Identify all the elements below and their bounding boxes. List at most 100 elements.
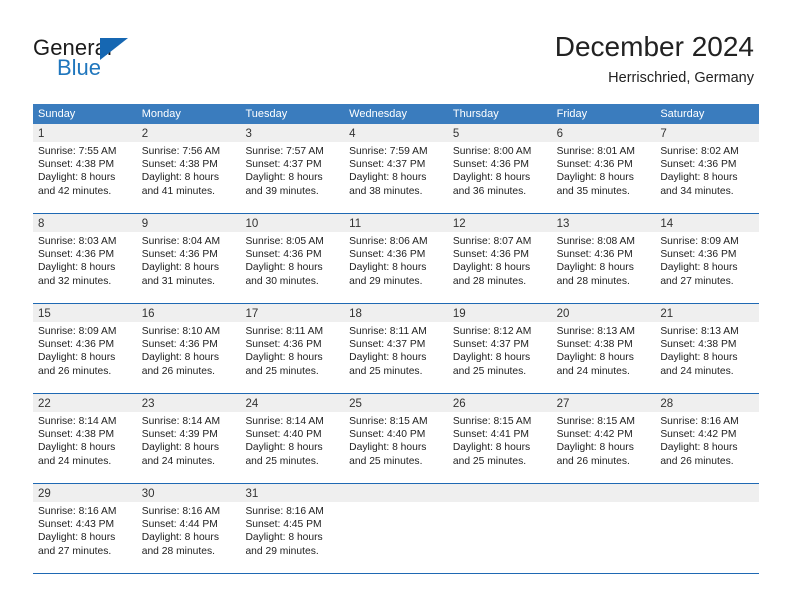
daylight-duration-line2: and 27 minutes. bbox=[38, 545, 112, 557]
sunset-time: Sunset: 4:44 PM bbox=[141, 519, 218, 531]
daylight-duration-line1: Daylight: 8 hours bbox=[452, 352, 531, 364]
day-details bbox=[448, 502, 552, 505]
day-number-band: 14 bbox=[655, 214, 760, 232]
sunrise-time: Sunrise: 8:16 AM bbox=[141, 506, 221, 517]
day-number-band: 12 bbox=[447, 214, 552, 232]
calendar-day-cell[interactable]: 29 Sunrise: 8:16 AM Sunset: 4:43 PM Dayligh… bbox=[33, 484, 137, 573]
day-details: Sunrise: 8:13 AM Sunset: 4:38 PM Daylight:… bbox=[655, 322, 759, 378]
weekday-header-monday: Monday bbox=[141, 108, 181, 120]
calendar-week-row: 29 Sunrise: 8:16 AM Sunset: 4:43 PM Dayligh… bbox=[33, 483, 760, 573]
day-details: Sunrise: 8:16 AM Sunset: 4:44 PM Daylight:… bbox=[137, 502, 241, 558]
day-number: 20 bbox=[556, 308, 570, 320]
day-number: 8 bbox=[38, 218, 45, 230]
daylight-duration-line2: and 29 minutes. bbox=[245, 545, 319, 557]
daylight-duration-line1: Daylight: 8 hours bbox=[245, 262, 323, 274]
title-block: December 2024 Herrischried, Germany bbox=[555, 30, 754, 87]
calendar-day-cell[interactable]: 6 Sunrise: 8:01 AM Sunset: 4:36 PM Daylight… bbox=[551, 124, 656, 213]
calendar-day-cell[interactable]: 10 Sunrise: 8:05 AM Sunset: 4:36 PM Dayligh… bbox=[240, 214, 345, 303]
day-number-band bbox=[447, 484, 552, 502]
calendar-day-cell[interactable]: 5 Sunrise: 8:00 AM Sunset: 4:36 PM Daylight… bbox=[447, 124, 552, 213]
calendar-day-cell[interactable]: 11 Sunrise: 8:06 AM Sunset: 4:36 PM Dayligh… bbox=[344, 214, 448, 303]
sunset-time: Sunset: 4:36 PM bbox=[556, 249, 633, 261]
daylight-duration-line1: Daylight: 8 hours bbox=[349, 352, 427, 364]
daylight-duration-line1: Daylight: 8 hours bbox=[349, 442, 427, 454]
daylight-duration-line2: and 24 minutes. bbox=[660, 365, 734, 377]
sunset-time: Sunset: 4:40 PM bbox=[349, 429, 426, 441]
daylight-duration-line2: and 26 minutes. bbox=[141, 365, 215, 377]
calendar-day-cell[interactable]: 22 Sunrise: 8:14 AM Sunset: 4:38 PM Dayligh… bbox=[33, 394, 137, 483]
daylight-duration-line2: and 35 minutes. bbox=[556, 185, 630, 197]
sunrise-time: Sunrise: 8:16 AM bbox=[660, 416, 739, 427]
sunset-time: Sunset: 4:36 PM bbox=[452, 159, 530, 171]
calendar-day-cell[interactable]: 23 Sunrise: 8:14 AM Sunset: 4:39 PM Dayligh… bbox=[136, 394, 241, 483]
sunset-time: Sunset: 4:36 PM bbox=[141, 339, 218, 351]
sunrise-time: Sunrise: 8:09 AM bbox=[660, 236, 739, 247]
calendar-day-cell[interactable]: 20 Sunrise: 8:13 AM Sunset: 4:38 PM Dayligh… bbox=[551, 304, 656, 393]
logo-triangle-icon bbox=[100, 38, 128, 60]
daylight-duration-line2: and 26 minutes. bbox=[38, 365, 112, 377]
daylight-duration-line1: Daylight: 8 hours bbox=[141, 262, 219, 274]
calendar-day-cell[interactable]: 25 Sunrise: 8:15 AM Sunset: 4:40 PM Dayligh… bbox=[344, 394, 448, 483]
daylight-duration-line2: and 32 minutes. bbox=[38, 275, 112, 287]
sunrise-time: Sunrise: 8:13 AM bbox=[660, 326, 739, 337]
daylight-duration-line1: Daylight: 8 hours bbox=[452, 262, 531, 274]
calendar-day-cell[interactable]: 1 Sunrise: 7:55 AM Sunset: 4:38 PM Daylight… bbox=[33, 124, 137, 213]
calendar-day-cell[interactable]: 12 Sunrise: 8:07 AM Sunset: 4:36 PM Dayligh… bbox=[447, 214, 552, 303]
calendar-day-cell[interactable]: 2 Sunrise: 7:56 AM Sunset: 4:38 PM Daylight… bbox=[136, 124, 241, 213]
day-number: 5 bbox=[452, 128, 460, 140]
day-number: 10 bbox=[245, 218, 259, 230]
calendar-day-cell[interactable]: 9 Sunrise: 8:04 AM Sunset: 4:36 PM Daylight… bbox=[136, 214, 241, 303]
sunset-time: Sunset: 4:36 PM bbox=[245, 249, 322, 261]
page-title: December 2024 bbox=[554, 31, 754, 62]
calendar-day-cell[interactable]: 26 Sunrise: 8:15 AM Sunset: 4:41 PM Dayligh… bbox=[447, 394, 552, 483]
daylight-duration-line2: and 24 minutes. bbox=[556, 365, 630, 377]
calendar-day-cell[interactable]: 27 Sunrise: 8:15 AM Sunset: 4:42 PM Dayligh… bbox=[551, 394, 656, 483]
day-details: Sunrise: 7:55 AM Sunset: 4:38 PM Daylight:… bbox=[33, 142, 137, 198]
calendar-empty-cell bbox=[447, 484, 552, 573]
calendar-day-cell[interactable]: 13 Sunrise: 8:08 AM Sunset: 4:36 PM Dayligh… bbox=[551, 214, 656, 303]
calendar-bottom-rule bbox=[33, 573, 759, 574]
daylight-duration-line1: Daylight: 8 hours bbox=[245, 442, 323, 454]
calendar-day-cell[interactable]: 3 Sunrise: 7:57 AM Sunset: 4:37 PM Daylight… bbox=[240, 124, 345, 213]
day-details: Sunrise: 8:13 AM Sunset: 4:38 PM Daylight:… bbox=[552, 322, 656, 378]
daylight-duration-line2: and 28 minutes. bbox=[556, 275, 630, 287]
day-details bbox=[655, 502, 759, 505]
sunrise-time: Sunrise: 8:15 AM bbox=[452, 416, 532, 427]
calendar-day-cell[interactable]: 14 Sunrise: 8:09 AM Sunset: 4:36 PM Dayligh… bbox=[655, 214, 760, 303]
calendar-day-cell[interactable]: 19 Sunrise: 8:12 AM Sunset: 4:37 PM Dayligh… bbox=[447, 304, 552, 393]
sunset-time: Sunset: 4:40 PM bbox=[245, 429, 322, 441]
daylight-duration-line1: Daylight: 8 hours bbox=[38, 262, 116, 274]
day-number: 17 bbox=[245, 308, 259, 320]
day-number: 12 bbox=[452, 218, 466, 230]
day-number: 9 bbox=[141, 218, 149, 230]
day-details: Sunrise: 8:08 AM Sunset: 4:36 PM Daylight:… bbox=[552, 232, 656, 288]
day-number: 31 bbox=[245, 488, 259, 500]
sunset-time: Sunset: 4:37 PM bbox=[349, 339, 426, 351]
calendar-day-cell[interactable]: 28 Sunrise: 8:16 AM Sunset: 4:42 PM Dayligh… bbox=[655, 394, 760, 483]
calendar-day-cell[interactable]: 7 Sunrise: 8:02 AM Sunset: 4:36 PM Daylight… bbox=[655, 124, 760, 213]
day-details bbox=[344, 502, 448, 505]
day-number: 22 bbox=[38, 398, 51, 410]
calendar-day-cell[interactable]: 18 Sunrise: 8:11 AM Sunset: 4:37 PM Dayligh… bbox=[344, 304, 448, 393]
sunrise-time: Sunrise: 8:08 AM bbox=[556, 236, 636, 247]
day-details: Sunrise: 8:11 AM Sunset: 4:36 PM Daylight:… bbox=[240, 322, 344, 378]
generalblue-logo[interactable]: General Blue bbox=[33, 36, 183, 86]
calendar-day-cell[interactable]: 24 Sunrise: 8:14 AM Sunset: 4:40 PM Dayligh… bbox=[240, 394, 345, 483]
daylight-duration-line2: and 24 minutes. bbox=[38, 455, 112, 467]
daylight-duration-line1: Daylight: 8 hours bbox=[660, 172, 738, 184]
daylight-duration-line2: and 34 minutes. bbox=[660, 185, 734, 197]
daylight-duration-line2: and 38 minutes. bbox=[349, 185, 423, 197]
calendar-day-cell[interactable]: 16 Sunrise: 8:10 AM Sunset: 4:36 PM Dayligh… bbox=[136, 304, 241, 393]
day-number: 4 bbox=[349, 128, 356, 140]
day-number-band: 29 bbox=[33, 484, 137, 502]
calendar-day-cell[interactable]: 4 Sunrise: 7:59 AM Sunset: 4:37 PM Daylight… bbox=[344, 124, 448, 213]
calendar-day-cell[interactable]: 30 Sunrise: 8:16 AM Sunset: 4:44 PM Dayligh… bbox=[136, 484, 241, 573]
calendar-day-cell[interactable]: 8 Sunrise: 8:03 AM Sunset: 4:36 PM Daylight… bbox=[33, 214, 137, 303]
day-number: 29 bbox=[38, 488, 51, 500]
calendar-day-cell[interactable]: 31 Sunrise: 8:16 AM Sunset: 4:45 PM Dayligh… bbox=[240, 484, 345, 573]
calendar-day-cell[interactable]: 21 Sunrise: 8:13 AM Sunset: 4:38 PM Dayligh… bbox=[655, 304, 760, 393]
calendar-day-cell[interactable]: 15 Sunrise: 8:09 AM Sunset: 4:36 PM Dayligh… bbox=[33, 304, 137, 393]
sunrise-time: Sunrise: 8:03 AM bbox=[38, 236, 117, 247]
daylight-duration-line1: Daylight: 8 hours bbox=[556, 262, 634, 274]
calendar-day-cell[interactable]: 17 Sunrise: 8:11 AM Sunset: 4:36 PM Dayligh… bbox=[240, 304, 345, 393]
